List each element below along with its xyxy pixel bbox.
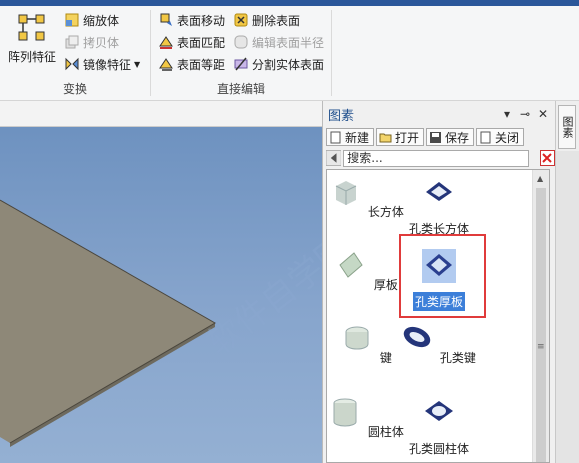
list-item-cylinder-hole[interactable]: 孔类圆柱体 [399, 396, 479, 458]
move-face-button[interactable]: 表面移动 [158, 10, 225, 30]
design-element-panel: 图素 ▾ ⊸ ✕ 新建 打开 保存 关闭 搜索... 长方体 孔类长方体 厚板 … [322, 101, 555, 463]
list-item-box-hole[interactable]: 孔类长方体 [399, 176, 479, 238]
array-feature-button[interactable]: 阵列特征 [6, 12, 58, 65]
new-file-icon [330, 131, 341, 143]
scroll-grip-icon: ≡ [537, 342, 545, 352]
side-tab-strip: 图素 [555, 101, 579, 463]
split-solid-face-button[interactable]: 分割实体表面 [233, 54, 324, 74]
close-file-icon [480, 131, 491, 143]
copy-body-label: 拷贝体 [83, 35, 120, 50]
dropdown-icon[interactable]: ▾ [500, 107, 514, 121]
transform-group-label: 变换 [62, 82, 87, 96]
edit-face-radius-label: 编辑表面半径 [252, 35, 325, 50]
item-label: 孔类键 [439, 351, 476, 365]
mirror-feature-icon [65, 57, 79, 71]
delete-face-label: 删除表面 [252, 13, 301, 28]
scroll-up-icon[interactable]: ▲ [537, 174, 543, 183]
array-feature-icon [18, 14, 45, 41]
edit-face-radius-icon [234, 35, 248, 49]
split-solid-face-label: 分割实体表面 [252, 57, 325, 72]
offset-face-icon [159, 58, 173, 71]
match-face-icon [159, 36, 173, 49]
move-face-label: 表面移动 [177, 13, 226, 28]
delete-face-button[interactable]: 删除表面 [233, 10, 300, 30]
delete-face-icon [234, 13, 248, 27]
scale-body-icon [65, 13, 79, 27]
save-icon [430, 131, 442, 143]
transform-group: 阵列特征 缩放体 拷贝体 镜像特征 ▼ 变换 [0, 6, 150, 101]
direct-edit-group: 表面移动 删除表面 表面匹配 编辑表面半径 表面等距 分割实体表面 直接编辑 [151, 6, 331, 101]
search-input[interactable]: 搜索... [343, 149, 529, 167]
list-item-cylinder[interactable]: 圆柱体 [327, 396, 407, 441]
new-label: 新建 [345, 130, 370, 145]
panel-toolbar: 新建 打开 保存 关闭 [323, 127, 555, 147]
chevron-down-icon: ▼ [134, 59, 141, 69]
box-hole-icon [426, 182, 452, 201]
key-hole-icon [403, 326, 431, 348]
copy-body-icon [65, 35, 79, 49]
open-button[interactable]: 打开 [376, 128, 425, 146]
side-tab-design-elements[interactable]: 图素 [558, 105, 576, 149]
offset-face-label: 表面等距 [177, 57, 226, 72]
match-face-button[interactable]: 表面匹配 [158, 32, 225, 52]
match-face-label: 表面匹配 [177, 35, 226, 50]
thick-plate-icon [339, 252, 363, 278]
back-arrow-icon[interactable] [326, 150, 342, 166]
scale-body-label: 缩放体 [83, 13, 120, 28]
offset-face-button[interactable]: 表面等距 [158, 54, 225, 74]
item-label: 键 [379, 351, 392, 365]
save-button[interactable]: 保存 [426, 128, 475, 146]
list-item-box[interactable]: 长方体 [327, 176, 407, 221]
cylinder-icon [333, 398, 357, 427]
open-folder-icon [379, 133, 392, 142]
3d-viewport[interactable]: 软件自学网 [0, 101, 359, 463]
list-item-thick-plate[interactable]: 厚板 [327, 249, 407, 294]
scroll-thumb[interactable] [536, 188, 546, 462]
list-item-key-hole[interactable]: 孔类键 [399, 322, 479, 367]
group-divider [331, 10, 332, 96]
direct-edit-group-label: 直接编辑 [216, 82, 265, 96]
panel-header: 图素 ▾ ⊸ ✕ [323, 101, 555, 127]
new-button[interactable]: 新建 [326, 128, 375, 146]
search-row: 搜索... [326, 149, 555, 167]
pin-icon[interactable]: ⊸ [518, 107, 532, 121]
cylinder-hole-icon [425, 401, 453, 421]
split-solid-face-icon [234, 57, 248, 71]
list-item-key[interactable]: 键 [327, 322, 407, 367]
mirror-feature-button[interactable]: 镜像特征 ▼ [64, 54, 140, 74]
clear-search-icon[interactable] [539, 150, 555, 166]
selection-highlight-frame [399, 234, 486, 318]
array-feature-label: 阵列特征 [7, 50, 56, 64]
box-icon [335, 181, 357, 205]
ribbon: 阵列特征 缩放体 拷贝体 镜像特征 ▼ 变换 表面移动 删除表面 表面匹配 编辑… [0, 6, 579, 101]
close-label: 关闭 [495, 130, 520, 145]
close-icon[interactable]: ✕ [536, 107, 550, 121]
edit-face-radius-button[interactable]: 编辑表面半径 [233, 32, 324, 52]
side-tab-background [556, 151, 579, 463]
move-face-icon [160, 13, 172, 26]
item-label: 厚板 [373, 278, 398, 292]
panel-title: 图素 [328, 108, 355, 124]
mirror-feature-label: 镜像特征 [83, 57, 132, 72]
save-label: 保存 [445, 130, 470, 145]
scale-body-button[interactable]: 缩放体 [64, 10, 119, 30]
design-element-list: 长方体 孔类长方体 厚板 孔类厚板 键 孔类键 圆柱体 孔类圆柱体 ▲ ≡ [326, 169, 550, 463]
thick-plate-model[interactable] [0, 101, 322, 463]
key-icon [345, 326, 369, 350]
close-catalog-button[interactable]: 关闭 [476, 128, 525, 146]
open-label: 打开 [395, 130, 420, 145]
copy-body-button[interactable]: 拷贝体 [64, 32, 119, 52]
item-label: 孔类圆柱体 [408, 442, 469, 456]
list-scrollbar[interactable]: ▲ ≡ [532, 170, 549, 462]
